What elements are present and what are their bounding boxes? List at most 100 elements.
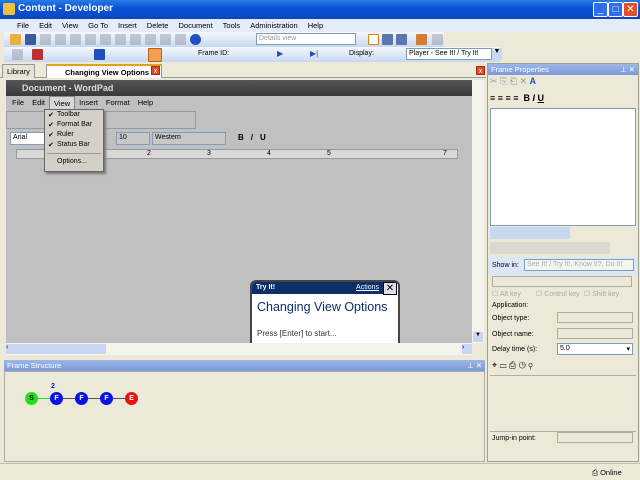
wordpad-menu: File Edit View Insert Format Help xyxy=(6,96,472,110)
menu-tools[interactable]: Tools xyxy=(218,19,246,32)
menu-view[interactable]: View xyxy=(57,19,83,32)
chevron-down-icon[interactable]: ▼ xyxy=(492,48,502,60)
alt-key-checkbox[interactable]: ☐ Alt key xyxy=(492,290,521,298)
online-status: ⎙ Online xyxy=(592,468,622,477)
tab-library[interactable]: Library xyxy=(2,64,35,78)
show-in-row: Show in: See It! / Try It!, Know It?, Do… xyxy=(488,257,638,275)
menu-item-format-bar[interactable]: ✔ Format Bar xyxy=(45,120,103,130)
maximize-button[interactable]: □ xyxy=(608,2,623,17)
open-icon[interactable] xyxy=(10,34,21,45)
document-tabs: Library Changing View Options x x xyxy=(0,63,486,78)
menu-item-options[interactable]: Options... xyxy=(45,157,103,167)
jump-in-field[interactable] xyxy=(557,432,633,443)
tab-changing-view-options[interactable]: Changing View Options xyxy=(46,64,162,78)
minimize-button[interactable]: _ xyxy=(593,2,608,17)
details-view-icon[interactable] xyxy=(368,34,379,45)
wp-menu-help[interactable]: Help xyxy=(134,96,157,110)
save-icon[interactable] xyxy=(25,34,36,45)
menu-item-status-bar[interactable]: ✔ Status Bar xyxy=(45,140,103,150)
jump-in-label: Jump-in point: xyxy=(492,435,536,442)
view-dropdown-menu: ✔ Toolbar ✔ Format Bar ✔ Ruler ✔ Status Bar … xyxy=(44,109,104,172)
properties-icon[interactable] xyxy=(115,34,126,45)
link-icon[interactable] xyxy=(94,49,105,60)
split-horizontal-icon[interactable] xyxy=(382,34,393,45)
refresh-icon[interactable] xyxy=(432,34,443,45)
insert-frame-icon[interactable] xyxy=(32,49,43,60)
menu-file[interactable]: File xyxy=(12,19,34,32)
vertical-scrollbar[interactable]: ▼ xyxy=(472,80,484,343)
delete-icon[interactable] xyxy=(100,34,111,45)
menu-insert[interactable]: Insert xyxy=(113,19,142,32)
find-icon[interactable] xyxy=(160,34,171,45)
control-key-checkbox[interactable]: ☐ Control key xyxy=(536,290,580,298)
frame-structure-header: Frame Structure ⊥ ✕ xyxy=(4,360,485,371)
last-frame-icon[interactable]: ▶| xyxy=(310,49,318,58)
paste-icon[interactable] xyxy=(85,34,96,45)
pin-close-icons[interactable]: ⊥ ✕ xyxy=(620,65,635,74)
frame-node[interactable]: F xyxy=(50,392,63,405)
print-icon[interactable] xyxy=(40,34,51,45)
close-document-icon[interactable]: x xyxy=(476,66,485,75)
object-tools[interactable]: ⌖ ▭ ⎙ ◷ ⚲ xyxy=(492,360,533,371)
menu-administration[interactable]: Administration xyxy=(245,19,303,32)
script-combo[interactable]: Western xyxy=(152,132,226,145)
object-type-combo[interactable] xyxy=(557,312,633,323)
end-node[interactable]: E xyxy=(125,392,138,405)
format-buttons[interactable]: B/U xyxy=(238,133,273,142)
standard-toolbar: Details view xyxy=(4,32,444,47)
wp-menu-insert[interactable]: Insert xyxy=(75,96,102,110)
horizontal-scrollbar[interactable]: ‹ › xyxy=(6,343,472,355)
record-icon[interactable] xyxy=(12,49,23,60)
frame-properties-header: Frame Properties ⊥ ✕ xyxy=(488,64,638,75)
size-combo[interactable]: 10 xyxy=(116,132,150,145)
wp-menu-format[interactable]: Format xyxy=(102,96,134,110)
close-tab-icon[interactable]: x xyxy=(151,66,160,75)
split-vertical-icon[interactable] xyxy=(396,34,407,45)
frame-toolbar: Frame ID: ▶ ▶| Display: Player - See It!… xyxy=(4,47,502,62)
delay-combo[interactable]: 5.0 ▾ xyxy=(557,343,633,355)
spell-icon[interactable] xyxy=(175,34,186,45)
frame-node[interactable]: F xyxy=(75,392,88,405)
view-combo[interactable]: Details view xyxy=(256,33,356,45)
wp-menu-edit[interactable]: Edit xyxy=(28,96,49,110)
close-button[interactable]: ✕ xyxy=(623,2,638,17)
help-icon[interactable] xyxy=(190,34,201,45)
display-combo[interactable]: Player - See It! / Try It! xyxy=(406,48,492,60)
start-node[interactable]: S xyxy=(25,392,38,405)
format-toolbar[interactable]: ≡ ≡ ≡ ≡ B I U xyxy=(490,93,544,107)
menu-item-toolbar[interactable]: ✔ Toolbar xyxy=(45,110,103,120)
menu-delete[interactable]: Delete xyxy=(142,19,174,32)
copy-icon[interactable] xyxy=(70,34,81,45)
application-label: Application: xyxy=(492,302,529,309)
edit-toolbar[interactable]: ✂ ⎘ ⎗ ✕ A xyxy=(490,76,536,90)
shift-key-checkbox[interactable]: ☐ Shift key xyxy=(584,290,619,298)
menu-item-ruler[interactable]: ✔ Ruler xyxy=(45,130,103,140)
wp-menu-file[interactable]: File xyxy=(8,96,28,110)
undo-icon[interactable] xyxy=(130,34,141,45)
frame-node[interactable]: F xyxy=(100,392,113,405)
object-name-field[interactable] xyxy=(557,328,633,339)
menu-document[interactable]: Document xyxy=(173,19,217,32)
show-in-combo[interactable]: See It! / Try It!, Know It?, Do It! xyxy=(524,259,634,271)
scroll-thumb[interactable] xyxy=(16,344,106,354)
redo-icon[interactable] xyxy=(145,34,156,45)
menu-bar: File Edit View Go To Insert Delete Docum… xyxy=(0,19,640,32)
menu-edit[interactable]: Edit xyxy=(34,19,57,32)
menu-help[interactable]: Help xyxy=(303,19,328,32)
frame-editor-icon[interactable] xyxy=(148,48,162,62)
mode-icons[interactable] xyxy=(490,227,570,239)
play-icon[interactable]: ▶ xyxy=(277,49,283,58)
key-combo[interactable] xyxy=(492,276,632,287)
bubble-header: Try It! Actions xyxy=(252,282,383,294)
frame-properties-panel: Frame Properties ⊥ ✕ ✂ ⎘ ⎗ ✕ A ≡ ≡ ≡ ≡ B … xyxy=(487,63,639,462)
pin-close-icons[interactable]: ⊥ ✕ xyxy=(467,361,482,370)
cut-icon[interactable] xyxy=(55,34,66,45)
wp-menu-view[interactable]: View xyxy=(49,96,76,110)
action-icons[interactable] xyxy=(490,242,610,254)
menu-goto[interactable]: Go To xyxy=(83,19,113,32)
bubble-close-icon[interactable]: ✕ xyxy=(383,282,397,295)
actions-link[interactable]: Actions xyxy=(356,284,379,291)
frame-text-editor[interactable] xyxy=(490,108,636,226)
status-bar: ⎙ Online xyxy=(0,463,640,480)
publish-icon[interactable] xyxy=(416,34,427,45)
